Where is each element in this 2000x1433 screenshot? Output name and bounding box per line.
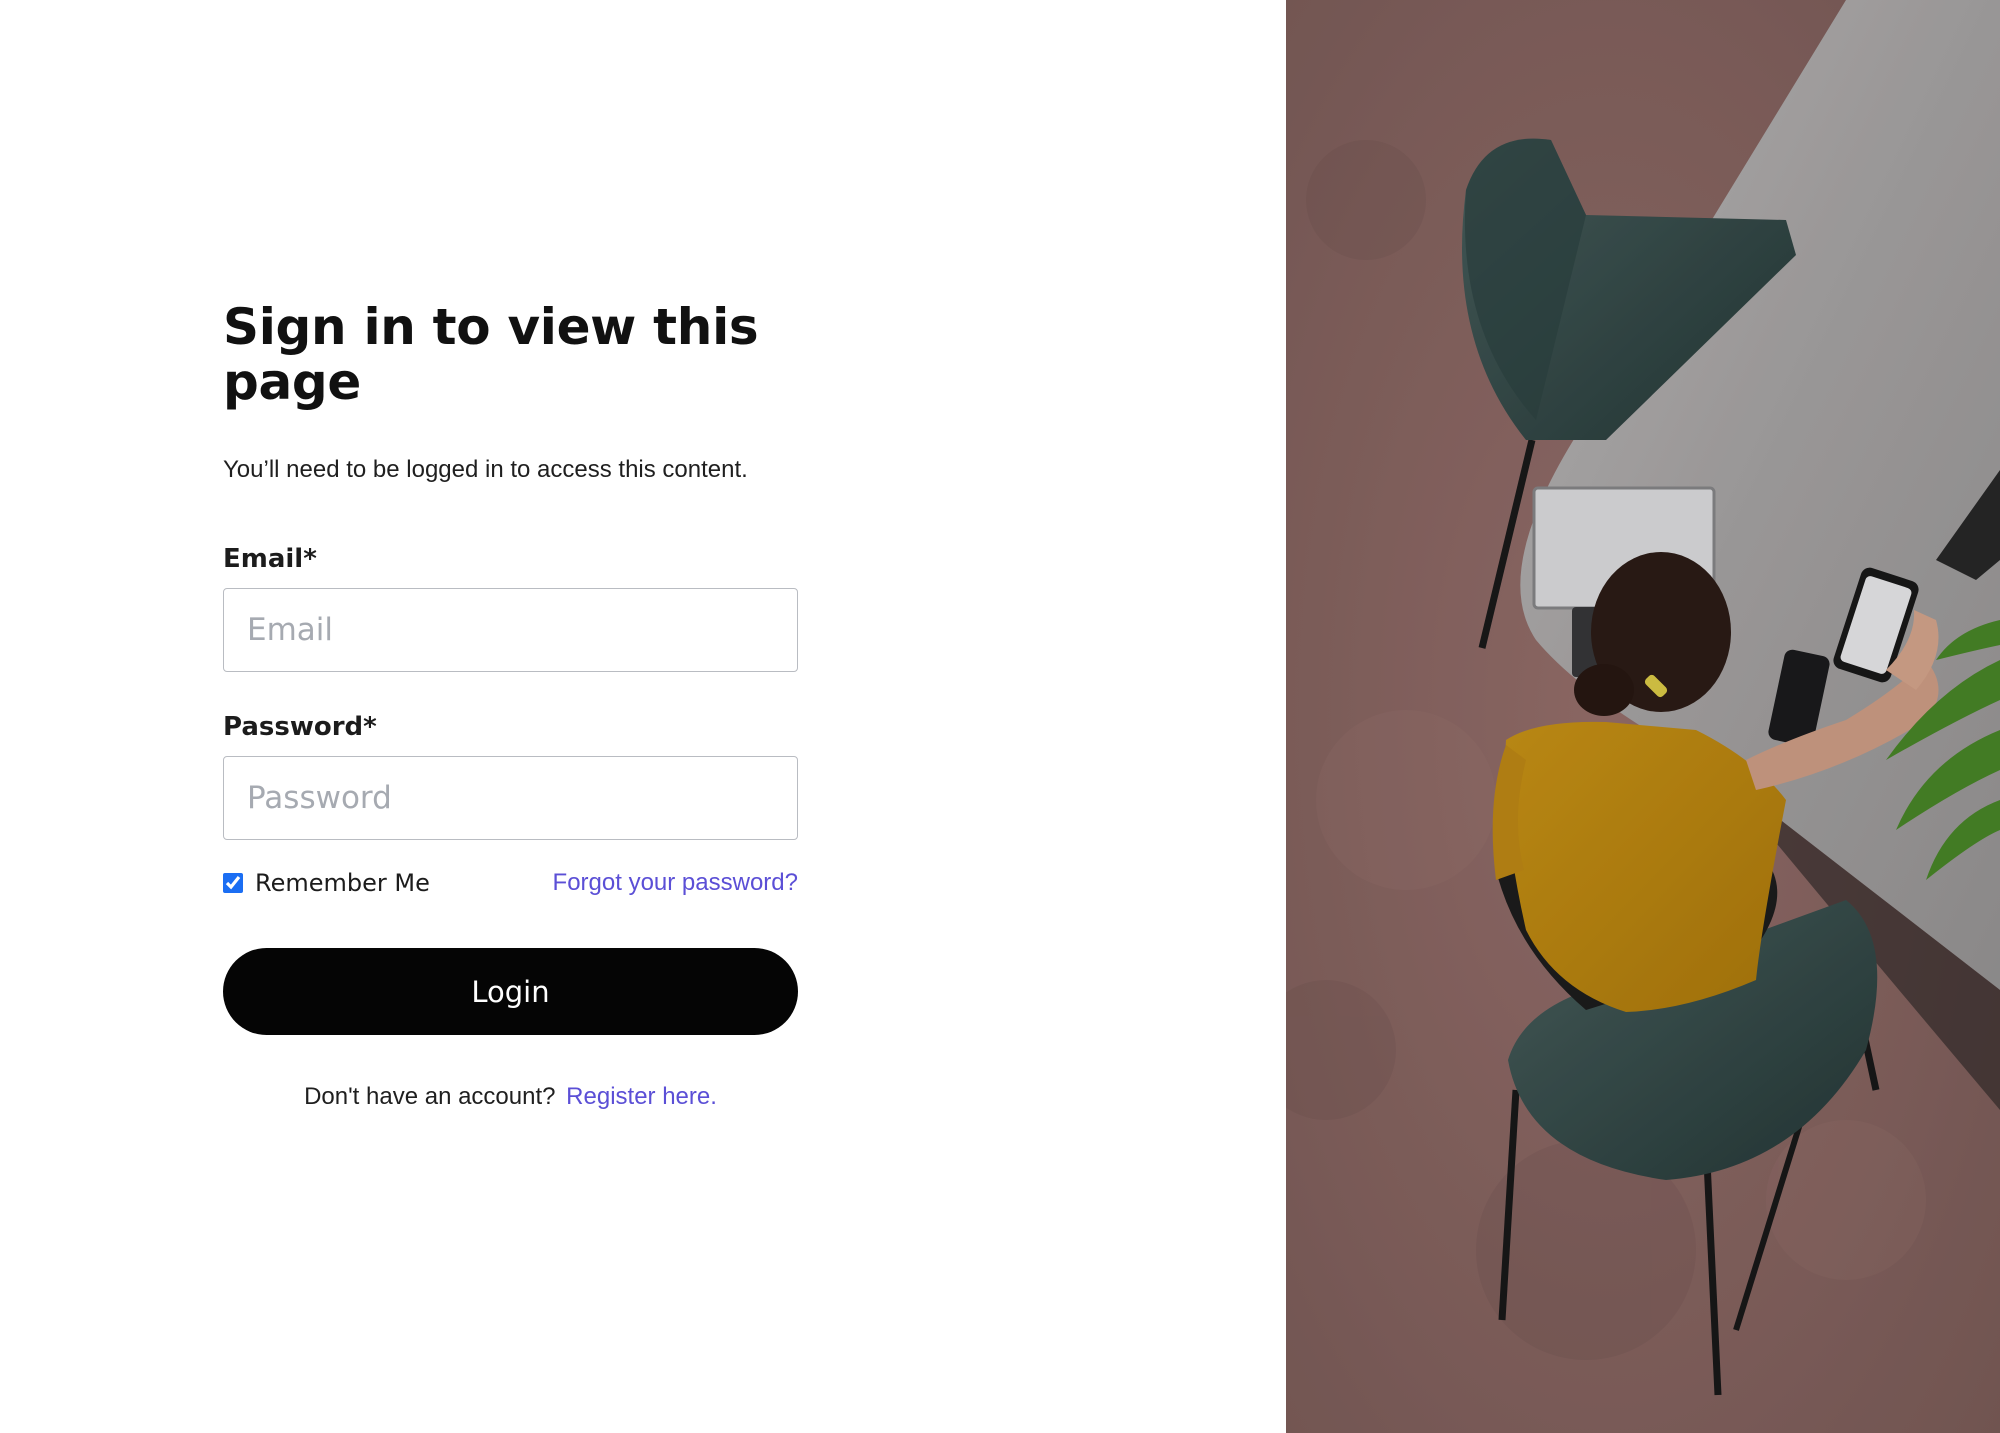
form-options-row: Remember Me Forgot your password? [223, 866, 798, 900]
password-label: Password* [223, 712, 377, 743]
remember-me-option[interactable]: Remember Me [223, 869, 430, 897]
register-link[interactable]: Register here. [566, 1083, 717, 1110]
sign-in-panel: Sign in to view this page You’ll need to… [0, 0, 1286, 1433]
register-prompt-line: Don't have an account? Register here. [223, 1083, 798, 1111]
remember-me-checkbox[interactable] [223, 873, 243, 894]
register-prompt-text: Don't have an account? [304, 1083, 556, 1111]
page-subtitle: You’ll need to be logged in to access th… [223, 456, 748, 483]
password-field[interactable] [223, 756, 798, 841]
email-label: Email* [223, 544, 317, 575]
photo-overlay [1286, 0, 2000, 1433]
forgot-password-link[interactable]: Forgot your password? [553, 869, 798, 897]
email-field[interactable] [223, 588, 798, 673]
photo-illustration [1286, 0, 2000, 1433]
hero-photo [1286, 0, 2000, 1433]
page-title: Sign in to view this page [223, 298, 759, 411]
remember-me-label: Remember Me [255, 869, 430, 898]
login-button[interactable]: Login [223, 948, 798, 1036]
sign-in-form: Sign in to view this page You’ll need to… [223, 300, 798, 1135]
